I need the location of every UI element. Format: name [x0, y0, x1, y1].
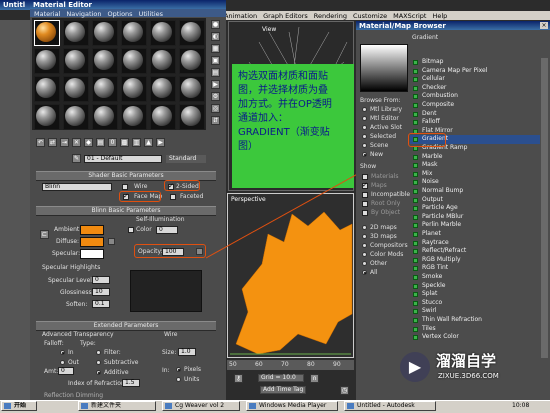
maptype-radio[interactable]: All [362, 269, 377, 276]
task-cg-weaver[interactable]: Cg Weaver vol 2 [162, 401, 240, 411]
browse-radio[interactable]: New [362, 151, 383, 158]
map-list-item[interactable]: Falloff [410, 118, 540, 127]
map-list-item[interactable]: Normal Bump [410, 187, 540, 196]
map-list-item[interactable]: Checker [410, 84, 540, 93]
show-incompatible-label: Incompatible [371, 191, 411, 198]
root-only-checkbox[interactable] [362, 201, 368, 207]
map-list-item[interactable]: RGB Tint [410, 264, 540, 273]
maptype-radio[interactable]: 2D maps [362, 224, 397, 231]
map-list-item[interactable]: Thin Wall Refraction [410, 316, 540, 325]
task-media-player[interactable]: Windows Media Player [246, 401, 338, 411]
map-list-item[interactable]: Composite [410, 101, 540, 110]
map-list-item[interactable]: Planet [410, 230, 540, 239]
map-list-item[interactable]: Raytrace [410, 239, 540, 248]
browse-from-label: Browse From: [360, 97, 401, 104]
watermark-logo-icon: ▶ [400, 352, 430, 382]
map-list-item[interactable]: Reflect/Refract [410, 247, 540, 256]
map-list-item[interactable]: Output [410, 196, 540, 205]
show-maps-label: Maps [371, 182, 387, 189]
map-list-item[interactable]: Particle Age [410, 204, 540, 213]
map-list-item[interactable]: Mask [410, 161, 540, 170]
map-list-scrollbar[interactable] [541, 58, 548, 358]
map-list-item[interactable]: Speckle [410, 282, 540, 291]
map-list-item[interactable]: Smoke [410, 273, 540, 282]
show-materials-label: Materials [371, 173, 399, 180]
gradient-preview [360, 44, 408, 92]
map-list-item[interactable]: Particle MBlur [410, 213, 540, 222]
maptype-radio[interactable]: Other [362, 260, 387, 267]
maptype-radio[interactable]: 3D maps [362, 233, 397, 240]
map-list-item[interactable]: Bitmap [410, 58, 540, 67]
maptype-radio[interactable]: Compositors [362, 242, 408, 249]
root-only-label: Root Only [371, 200, 401, 207]
gradient-highlight [408, 133, 446, 147]
task-folder[interactable]: 新建文件夹 [78, 401, 156, 411]
show-maps-checkbox[interactable] [362, 181, 368, 189]
preview-label: Gradient [412, 34, 439, 41]
map-list-item[interactable]: Stucco [410, 299, 540, 308]
browse-radio[interactable]: Active Slot [362, 124, 402, 131]
map-list-item[interactable]: Perlin Marble [410, 221, 540, 230]
map-list: Bitmap Camera Map Per Pixel Cellular Che… [410, 58, 540, 344]
map-list-item[interactable]: Combustion [410, 92, 540, 101]
map-list-item[interactable]: Marble [410, 153, 540, 162]
taskbar-clock: 10:08 [512, 402, 530, 409]
watermark: ▶ 溜溜自学 ZIXUE.3D66.COM [398, 348, 548, 392]
map-list-item[interactable]: Camera Map Per Pixel [410, 67, 540, 76]
by-object-label: By Object [371, 209, 401, 216]
browse-radio[interactable]: Selected [362, 133, 396, 140]
map-list-item[interactable]: Mix [410, 170, 540, 179]
map-list-item[interactable]: RGB Multiply [410, 256, 540, 265]
maptype-radio[interactable]: Color Mods [362, 251, 403, 258]
browse-radio[interactable]: Scene [362, 142, 388, 149]
map-list-item[interactable]: Swirl [410, 307, 540, 316]
watermark-url: ZIXUE.3D66.COM [438, 372, 499, 380]
show-materials-checkbox[interactable] [362, 174, 368, 180]
map-list-item[interactable]: Noise [410, 178, 540, 187]
map-browser-title: Material/Map Browser [356, 21, 550, 30]
map-list-item[interactable]: Dent [410, 110, 540, 119]
by-object-checkbox[interactable] [362, 210, 368, 216]
start-button[interactable]: 开始 [1, 401, 37, 411]
show-incompatible-checkbox[interactable] [362, 192, 368, 198]
map-list-item[interactable]: Vertex Color [410, 333, 540, 342]
map-list-item[interactable]: Tiles [410, 325, 540, 334]
browse-radio[interactable]: Mtl Editor [362, 115, 399, 122]
map-list-item[interactable]: Splat [410, 290, 540, 299]
map-list-item[interactable]: Cellular [410, 75, 540, 84]
browse-radio[interactable]: Mtl Library [362, 106, 402, 113]
browser-close-button[interactable]: × [540, 22, 548, 29]
watermark-title: 溜溜自学 [436, 352, 497, 370]
task-autodesk[interactable]: Untitled - Autodesk [344, 401, 436, 411]
show-label: Show [360, 163, 377, 170]
